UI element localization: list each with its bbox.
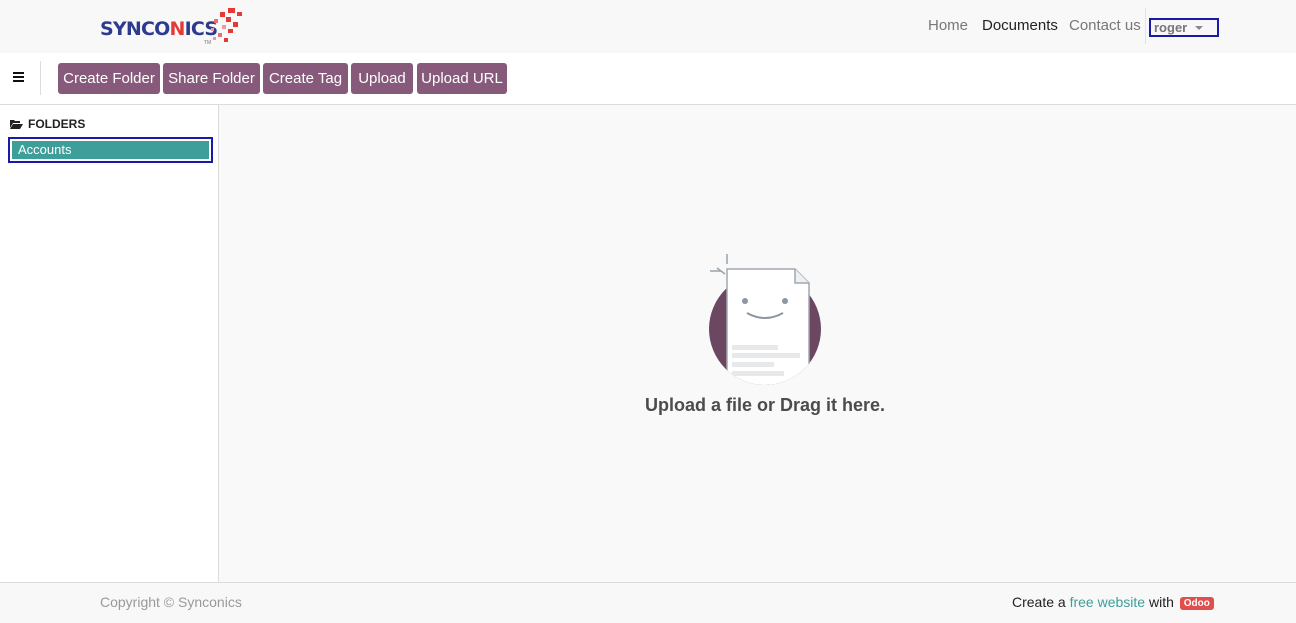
- share-folder-button[interactable]: Share Folder: [163, 63, 260, 94]
- upload-button[interactable]: Upload: [351, 63, 413, 94]
- nav-contact-link[interactable]: Contact us: [1069, 17, 1141, 34]
- free-website-link[interactable]: free website: [1070, 594, 1145, 610]
- documents-main-area[interactable]: Upload a file or Drag it here.: [219, 105, 1296, 582]
- smiling-document-icon: [709, 254, 821, 385]
- caret-down-icon: [1195, 25, 1204, 30]
- nav-divider: [1145, 8, 1146, 44]
- folder-item-label: Accounts: [12, 141, 209, 159]
- nav-documents-link[interactable]: Documents: [982, 17, 1058, 34]
- synconics-logo[interactable]: SYNCONICS TM: [100, 6, 245, 48]
- powered-by: Create a free website with Odoo: [1012, 594, 1214, 610]
- folder-open-icon: [10, 119, 23, 129]
- logo-pixel-mark-icon: [211, 8, 242, 42]
- copyright-text: Copyright © Synconics: [100, 594, 242, 610]
- top-navbar: SYNCONICS TM Home Documents Contact us r…: [0, 0, 1296, 53]
- odoo-badge[interactable]: Odoo: [1179, 596, 1214, 610]
- empty-state-message: Upload a file or Drag it here.: [644, 395, 886, 415]
- create-tag-button[interactable]: Create Tag: [263, 63, 348, 94]
- nav-home-link[interactable]: Home: [928, 17, 968, 34]
- folders-heading: FOLDERS: [10, 117, 85, 131]
- folder-item-accounts[interactable]: Accounts: [8, 137, 213, 163]
- folders-sidebar: FOLDERS Accounts: [0, 105, 219, 582]
- user-name: roger: [1154, 20, 1188, 35]
- toolbar-divider: [40, 61, 41, 95]
- user-menu-dropdown[interactable]: roger: [1149, 18, 1219, 37]
- upload-url-button[interactable]: Upload URL: [417, 63, 507, 94]
- hamburger-icon[interactable]: [13, 72, 25, 84]
- create-folder-button[interactable]: Create Folder: [58, 63, 160, 94]
- page-footer: Copyright © Synconics Create a free webs…: [0, 582, 1296, 623]
- documents-toolbar: Create Folder Share Folder Create Tag Up…: [0, 53, 1296, 105]
